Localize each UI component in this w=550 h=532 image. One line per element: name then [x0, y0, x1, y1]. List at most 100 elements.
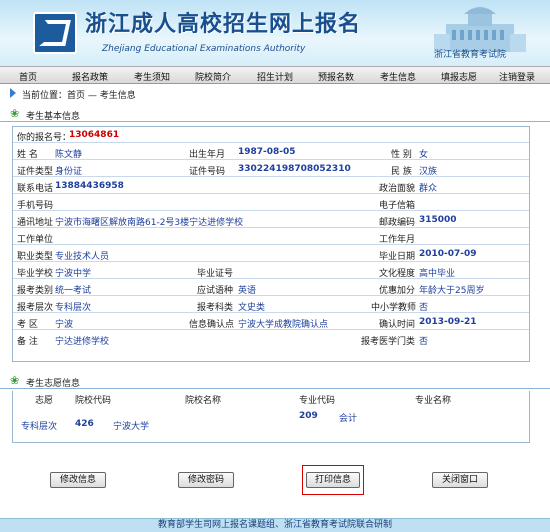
exam-level-value: 专科层次 [55, 303, 92, 313]
field-label: 信息确认点 [189, 320, 235, 330]
table-row: 毕业学校 宁波中学 毕业证号 文化程度 高中毕业 [13, 263, 529, 279]
field-label: 确认时间 [379, 320, 416, 330]
breadcrumb-bar: 当前位置：首页 — 考生信息 [0, 86, 550, 101]
birth-value: 1987-08-05 [238, 147, 296, 157]
politics-value: 群众 [419, 184, 438, 194]
column-header: 院校代码 [75, 396, 112, 406]
arrow-icon [10, 88, 16, 98]
basic-info-table: 你的报名号： 13064861 姓 名 陈文静 出生年月 1987-08-05 … [12, 126, 530, 362]
flower-icon: ❀ [10, 107, 20, 120]
nav-item-logout[interactable]: 注销登录 [499, 70, 535, 83]
field-label: 应试语种 [197, 286, 234, 296]
column-header: 专业代码 [299, 396, 336, 406]
confirm-time-value: 2013-09-21 [419, 317, 477, 327]
table-row: 报考层次 专科层次 报考科类 文史类 中小学教师 否 [13, 297, 529, 313]
nav-item-schools[interactable]: 院校简介 [195, 70, 231, 83]
field-label: 姓 名 [17, 150, 38, 160]
logo [33, 12, 77, 54]
field-label: 邮政编码 [379, 218, 416, 228]
table-row: 通讯地址 宁波市海曙区解放南路61-2号3楼宁达进修学校 邮政编码 315000 [13, 212, 529, 228]
table-row: 联系电话 13884436958 政治面貌 群众 [13, 178, 529, 194]
field-label: 毕业日期 [379, 252, 416, 262]
field-label: 毕业证号 [197, 269, 234, 279]
exam-category-value: 统一考试 [55, 286, 92, 296]
school-name: 宁波大学 [113, 422, 150, 432]
field-label: 报考类别 [17, 286, 54, 296]
name-value: 陈文静 [55, 150, 83, 160]
education-value: 高中毕业 [419, 269, 456, 279]
department-name: 浙江省教育考试院 [434, 50, 507, 60]
id-number-value: 330224198708052310 [238, 164, 351, 174]
id-type-value: 身份证 [55, 167, 83, 177]
teacher-value: 否 [419, 303, 429, 313]
bonus-value: 年龄大于25周岁 [419, 286, 485, 296]
site-header: 浙江成人高校招生网上报名 Zhejiang Educational Examin… [0, 0, 550, 66]
address-value: 宁波市海曙区解放南路61-2号3楼宁达进修学校 [55, 218, 244, 228]
nav-item-notice[interactable]: 考生须知 [134, 70, 170, 83]
edit-info-button[interactable]: 修改信息 [50, 472, 106, 488]
edit-password-button[interactable]: 修改密码 [178, 472, 234, 488]
nav-item-policy[interactable]: 报名政策 [72, 70, 108, 83]
major-code: 209 [299, 411, 318, 421]
confirm-point-value: 宁波大学成教院确认点 [238, 320, 329, 330]
field-label: 报考科类 [197, 303, 234, 313]
main-nav: 首页 报名政策 考生须知 院校简介 招生计划 预报名数 考生信息 填报志愿 注销… [0, 66, 550, 84]
gender-value: 女 [419, 150, 429, 160]
table-row: 姓 名 陈文静 出生年月 1987-08-05 性 别 女 [13, 144, 529, 160]
nav-item-prereg[interactable]: 预报名数 [318, 70, 354, 83]
field-label: 报考医学门类 [361, 337, 416, 347]
field-label: 证件号码 [189, 167, 226, 177]
field-label: 出生年月 [189, 150, 226, 160]
table-row: 职业类型 专业技术人员 毕业日期 2010-07-09 [13, 246, 529, 262]
exam-language-value: 英语 [238, 286, 257, 296]
site-title: 浙江成人高校招生网上报名 [85, 11, 362, 37]
table-row: 手机号码 电子信箱 [13, 195, 529, 211]
nav-item-plan[interactable]: 招生计划 [257, 70, 293, 83]
postcode-value: 315000 [419, 215, 457, 225]
field-label: 工作单位 [17, 235, 54, 245]
table-row: 证件类型 身份证 证件号码 330224198708052310 民 族 汉族 [13, 161, 529, 177]
column-header: 院校名称 [185, 396, 222, 406]
phone-value: 13884436958 [55, 181, 124, 191]
field-label: 民 族 [391, 167, 412, 177]
basic-info-heading: ❀ 考生基本信息 [0, 106, 550, 122]
field-label: 电子信箱 [379, 201, 416, 211]
field-label: 文化程度 [379, 269, 416, 279]
field-label: 中小学教师 [371, 303, 417, 313]
field-label: 考 区 [17, 320, 38, 330]
action-buttons: 修改信息 修改密码 打印信息 关闭窗口 [0, 462, 550, 502]
grad-school-value: 宁波中学 [55, 269, 92, 279]
district-value: 宁波 [55, 320, 74, 330]
field-label: 报考层次 [17, 303, 54, 313]
field-label: 通讯地址 [17, 218, 54, 228]
nav-item-student-info[interactable]: 考生信息 [380, 70, 416, 83]
registration-label: 你的报名号： [17, 133, 72, 143]
grad-date-value: 2010-07-09 [419, 249, 477, 259]
column-header: 志愿 [35, 396, 54, 406]
breadcrumb: 当前位置：首页 — 考生信息 [22, 91, 136, 101]
major-name: 会计 [339, 414, 358, 424]
field-label: 联系电话 [17, 184, 54, 194]
table-row: 你的报名号： 13064861 [13, 127, 529, 143]
nav-item-wish[interactable]: 填报志愿 [441, 70, 477, 83]
school-code: 426 [75, 419, 94, 429]
field-label: 备 注 [17, 337, 38, 347]
occupation-value: 专业技术人员 [55, 252, 110, 262]
field-label: 工作年月 [379, 235, 416, 245]
close-window-button[interactable]: 关闭窗口 [432, 472, 488, 488]
wish-info-heading: ❀ 考生志愿信息 [0, 373, 550, 389]
print-info-button[interactable]: 打印信息 [306, 472, 360, 488]
field-label: 手机号码 [17, 201, 54, 211]
nav-item-home[interactable]: 首页 [19, 70, 37, 83]
column-header: 专业名称 [415, 396, 452, 406]
exam-subject-value: 文史类 [238, 303, 266, 313]
field-label: 政治面貌 [379, 184, 416, 194]
remark-value: 宁达进修学校 [55, 337, 110, 347]
flower-icon: ❀ [10, 374, 20, 387]
table-row: 报考类别 统一考试 应试语种 英语 优惠加分 年龄大于25周岁 [13, 280, 529, 296]
building-illustration [434, 7, 526, 52]
field-label: 性 别 [391, 150, 412, 160]
wish-table: 志愿 院校代码 院校名称 专业代码 专业名称 专科层次 426 宁波大学 209… [12, 391, 530, 443]
wish-level: 专科层次 [21, 422, 58, 432]
field-label: 毕业学校 [17, 269, 54, 279]
